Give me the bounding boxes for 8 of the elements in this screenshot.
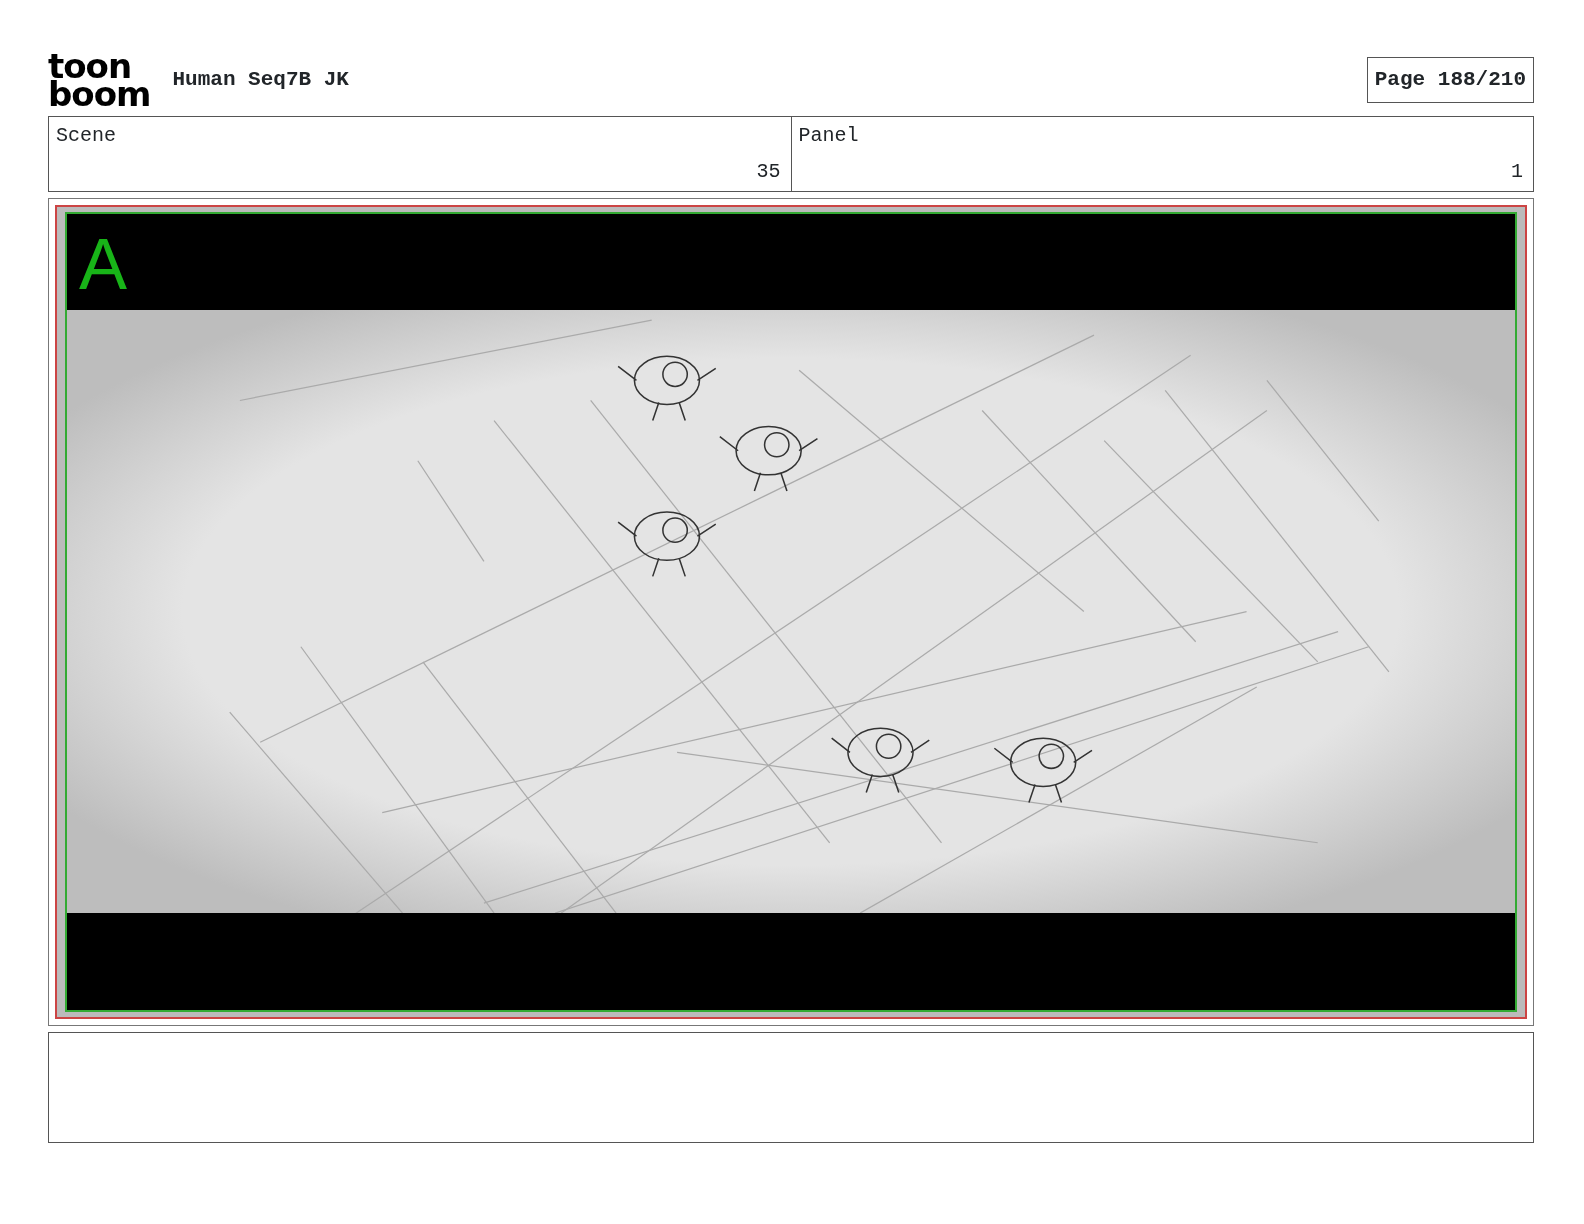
field-label: Scene — [56, 123, 116, 149]
field-value: 1 — [1511, 159, 1523, 185]
page-number: Page 188/210 — [1366, 57, 1534, 103]
layer-label: A — [79, 224, 128, 304]
logo: toon boom — [48, 52, 151, 108]
document-title: Human Seq7B JK — [172, 67, 349, 94]
field-label: Panel — [798, 123, 859, 149]
field-value: 35 — [756, 159, 781, 185]
